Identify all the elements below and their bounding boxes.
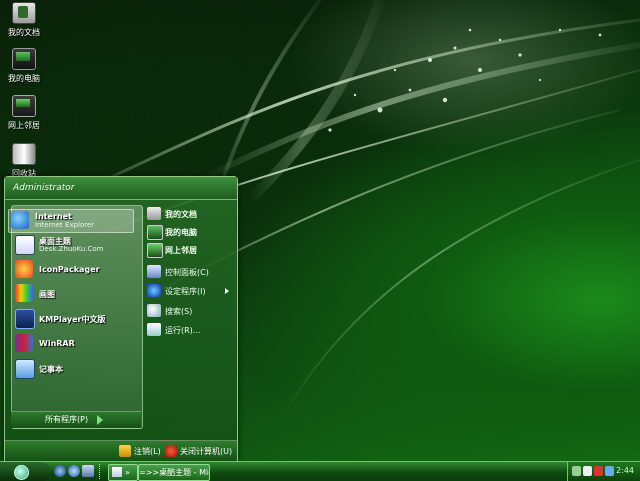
run-icon — [147, 323, 161, 336]
desktop-icon-label: 我的文档 — [8, 28, 40, 37]
recycle-bin-icon — [12, 143, 36, 165]
system-tray: 2:44 — [567, 462, 640, 481]
menu-item-control-panel[interactable]: 控制面板(C) — [147, 263, 235, 281]
task-label: =>>桌酷主题 - Micr... — [139, 468, 209, 477]
program-title: KMPlayer中文版 — [39, 315, 106, 324]
tray-app-icon[interactable] — [583, 466, 592, 476]
windows-logo-icon — [14, 465, 29, 480]
desktop-icon-network-places[interactable]: 网上邻居 — [2, 95, 46, 131]
program-kmplayer[interactable]: KMPlayer中文版 — [13, 308, 137, 330]
my-computer-icon — [12, 48, 36, 70]
taskbar-button-overflow[interactable]: » — [108, 464, 138, 481]
program-internet-explorer[interactable]: Internet Internet Explorer — [8, 209, 134, 233]
start-button[interactable] — [0, 462, 50, 481]
program-subtitle: Desk.ZhuoKu.Com — [39, 245, 104, 253]
taskbar-divider — [99, 464, 102, 479]
control-panel-icon — [147, 265, 161, 278]
menu-item-label: 搜索(S) — [165, 307, 193, 316]
menu-item-label: 设定程序(I) — [165, 287, 206, 296]
winrar-icon — [15, 334, 33, 352]
program-subtitle: Internet Explorer — [35, 221, 95, 229]
desktop-icon-my-documents[interactable]: 我的文档 — [2, 2, 46, 38]
clock[interactable]: 2:44 — [616, 466, 634, 475]
network-places-icon — [147, 243, 163, 258]
my-documents-icon — [147, 207, 161, 220]
my-computer-icon — [147, 225, 163, 240]
program-winrar[interactable]: WinRAR — [13, 333, 137, 355]
menu-item-my-documents[interactable]: 我的文档 — [147, 205, 235, 223]
start-menu-footer: 注销(L) 关闭计算机(U) — [5, 440, 237, 461]
submenu-arrow-icon — [225, 288, 229, 294]
program-title: WinRAR — [39, 339, 75, 348]
quicklaunch-show-desktop-icon[interactable] — [82, 465, 94, 477]
all-programs-label: 所有程序(P) — [45, 415, 89, 424]
desktop-icon-my-computer[interactable]: 我的电脑 — [2, 48, 46, 84]
program-title: Internet — [35, 212, 72, 221]
network-places-icon — [12, 95, 36, 117]
start-menu: Administrator Internet Internet Explorer… — [4, 176, 238, 462]
ie-icon — [11, 211, 29, 229]
menu-item-run[interactable]: 运行(R)... — [147, 321, 235, 339]
arrow-right-icon — [97, 415, 103, 425]
shutdown-label: 关闭计算机(U) — [180, 447, 233, 456]
window-icon — [112, 467, 122, 477]
menu-item-search[interactable]: 搜索(S) — [147, 302, 235, 320]
default-programs-icon — [147, 284, 161, 297]
program-iconpackager[interactable]: IconPackager — [13, 259, 137, 281]
menu-item-label: 网上邻居 — [165, 246, 197, 255]
quicklaunch-ie-icon[interactable] — [54, 465, 66, 477]
program-title: 记事本 — [39, 365, 63, 374]
desktop-icon-recycle-bin[interactable]: 回收站 — [2, 143, 46, 179]
search-icon — [147, 304, 161, 317]
notepad-icon — [15, 359, 35, 379]
kmplayer-icon — [15, 309, 35, 329]
program-paint[interactable]: 画图 — [13, 283, 137, 305]
program-notepad[interactable]: 记事本 — [13, 358, 137, 380]
menu-item-label: 运行(R)... — [165, 326, 201, 335]
logoff-label: 注销(L) — [134, 447, 161, 456]
power-icon — [165, 445, 177, 457]
menu-item-network-places[interactable]: 网上邻居 — [147, 241, 235, 259]
desktop-icon-label: 我的电脑 — [8, 74, 40, 83]
program-desk-theme[interactable]: 桌面主题 Desk.ZhuoKu.Com — [13, 234, 137, 256]
paint-icon — [15, 284, 33, 302]
taskbar-button-browser[interactable]: =>>桌酷主题 - Micr... — [138, 464, 210, 481]
desk-theme-icon — [15, 235, 35, 255]
menu-item-my-computer[interactable]: 我的电脑 — [147, 223, 235, 241]
menu-item-label: 我的电脑 — [165, 228, 197, 237]
start-menu-username: Administrator — [5, 177, 237, 200]
task-label: » — [125, 468, 130, 477]
tray-security-icon[interactable] — [594, 466, 603, 476]
menu-item-default-programs[interactable]: 设定程序(I) — [147, 282, 235, 300]
iconpackager-icon — [15, 260, 33, 278]
desktop-icon-label: 网上邻居 — [8, 121, 40, 130]
menu-item-label: 我的文档 — [165, 210, 197, 219]
my-documents-icon — [12, 2, 36, 24]
quicklaunch-browser-icon[interactable] — [68, 465, 80, 477]
logoff-icon — [119, 445, 131, 457]
tray-network-icon[interactable] — [605, 466, 614, 476]
menu-item-label: 控制面板(C) — [165, 268, 209, 277]
taskbar: » =>>桌酷主题 - Micr... 2:44 — [0, 461, 640, 481]
program-title: IconPackager — [39, 265, 100, 274]
all-programs-button[interactable]: 所有程序(P) — [11, 411, 141, 428]
program-title: 画图 — [39, 290, 55, 299]
tray-arrow-icon[interactable] — [572, 466, 581, 476]
